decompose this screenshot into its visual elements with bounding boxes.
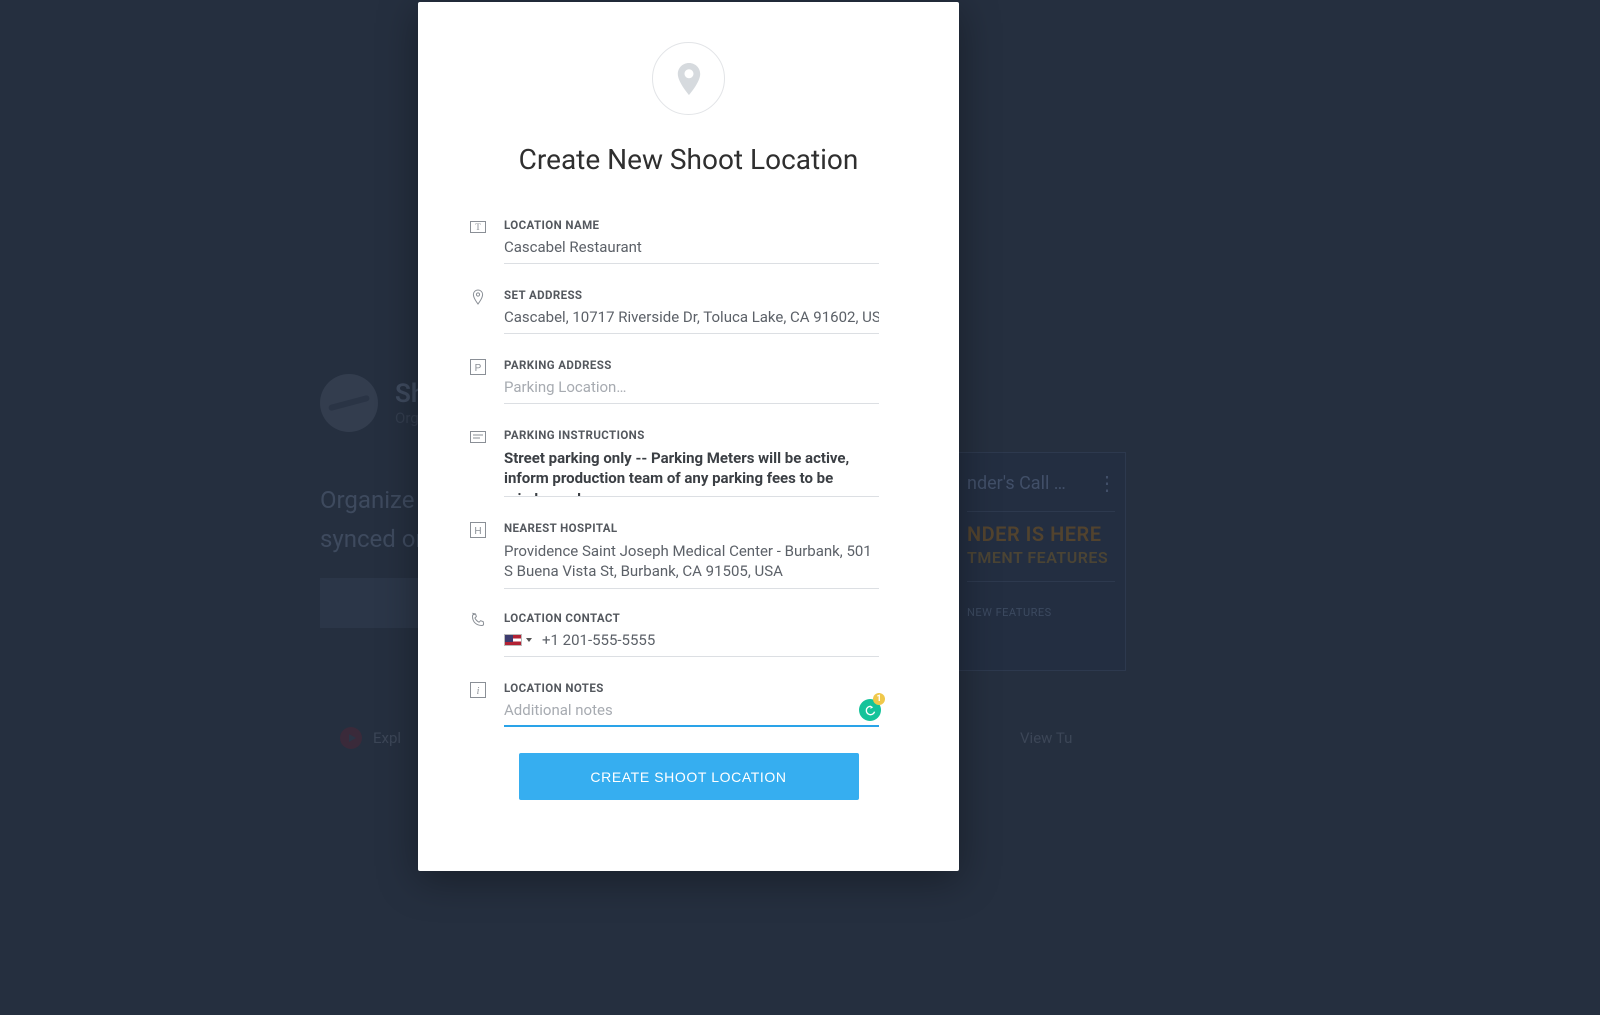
country-code-select[interactable] <box>504 634 532 646</box>
bg-card-more-icon: ⋮ <box>1097 471 1115 495</box>
location-pin-icon <box>652 42 725 115</box>
hospital-icon: H <box>470 522 486 538</box>
flag-us-icon <box>504 634 522 646</box>
bg-card: nder's Call … ⋮ NDER IS HERE TMENT FEATU… <box>956 452 1126 671</box>
phone-input[interactable] <box>542 631 879 649</box>
caret-down-icon <box>526 638 532 642</box>
location-name-input[interactable] <box>504 232 879 264</box>
bg-right-link-fragment: View Tu <box>1020 729 1072 747</box>
svg-text:H: H <box>474 526 481 537</box>
bg-card-headline: NDER IS HERE <box>967 522 1115 546</box>
bg-avatar <box>320 374 378 432</box>
location-contact-label: LOCATION CONTACT <box>504 611 879 625</box>
bg-play-icon <box>340 727 362 749</box>
grammarly-widget[interactable]: 1 <box>859 699 881 721</box>
svg-text:T: T <box>475 222 481 232</box>
nearest-hospital-label: NEAREST HOSPITAL <box>504 521 879 535</box>
bg-tagline-2: synced on <box>320 525 429 553</box>
bg-sub-fragment: Org <box>395 409 419 427</box>
create-shoot-location-modal: Create New Shoot Location T LOCATION NAM… <box>418 2 959 871</box>
bg-card-cta: NEW FEATURES <box>967 606 1115 619</box>
parking-address-label: PARKING ADDRESS <box>504 358 879 372</box>
pin-outline-icon <box>470 289 486 305</box>
bg-button-fragment <box>320 578 430 628</box>
field-location-contact: LOCATION CONTACT <box>470 611 879 657</box>
field-nearest-hospital: H NEAREST HOSPITAL <box>470 521 879 594</box>
parking-instructions-input[interactable] <box>504 442 879 497</box>
svg-text:i: i <box>477 686 480 697</box>
field-set-address: SET ADDRESS <box>470 288 879 334</box>
note-icon <box>470 429 486 445</box>
bg-tagline-1: Organize k <box>320 486 433 514</box>
modal-title: Create New Shoot Location <box>519 143 859 176</box>
parking-instructions-label: PARKING INSTRUCTIONS <box>504 428 879 442</box>
field-parking-instructions: PARKING INSTRUCTIONS <box>470 428 879 501</box>
nearest-hospital-input[interactable] <box>504 535 879 590</box>
svg-text:P: P <box>475 363 482 374</box>
location-notes-input[interactable] <box>504 695 879 727</box>
create-shoot-location-button[interactable]: CREATE SHOOT LOCATION <box>519 753 859 800</box>
field-parking-address: P PARKING ADDRESS <box>470 358 879 404</box>
set-address-label: SET ADDRESS <box>504 288 879 302</box>
bg-explore-fragment: Expl <box>373 729 401 747</box>
bg-card-title: nder's Call … <box>967 473 1066 494</box>
location-name-label: LOCATION NAME <box>504 218 879 232</box>
phone-icon <box>470 612 486 628</box>
set-address-input[interactable] <box>504 302 879 334</box>
text-box-icon: T <box>470 219 486 235</box>
form: T LOCATION NAME SET ADDRESS P PARKING A <box>418 218 959 727</box>
location-notes-label: LOCATION NOTES <box>504 681 879 695</box>
parking-icon: P <box>470 359 486 375</box>
field-location-notes: i LOCATION NOTES 1 <box>470 681 879 727</box>
grammarly-badge: 1 <box>873 693 885 705</box>
parking-address-input[interactable] <box>504 372 879 404</box>
info-icon: i <box>470 682 486 698</box>
field-location-name: T LOCATION NAME <box>470 218 879 264</box>
bg-card-sub: TMENT FEATURES <box>967 548 1115 567</box>
